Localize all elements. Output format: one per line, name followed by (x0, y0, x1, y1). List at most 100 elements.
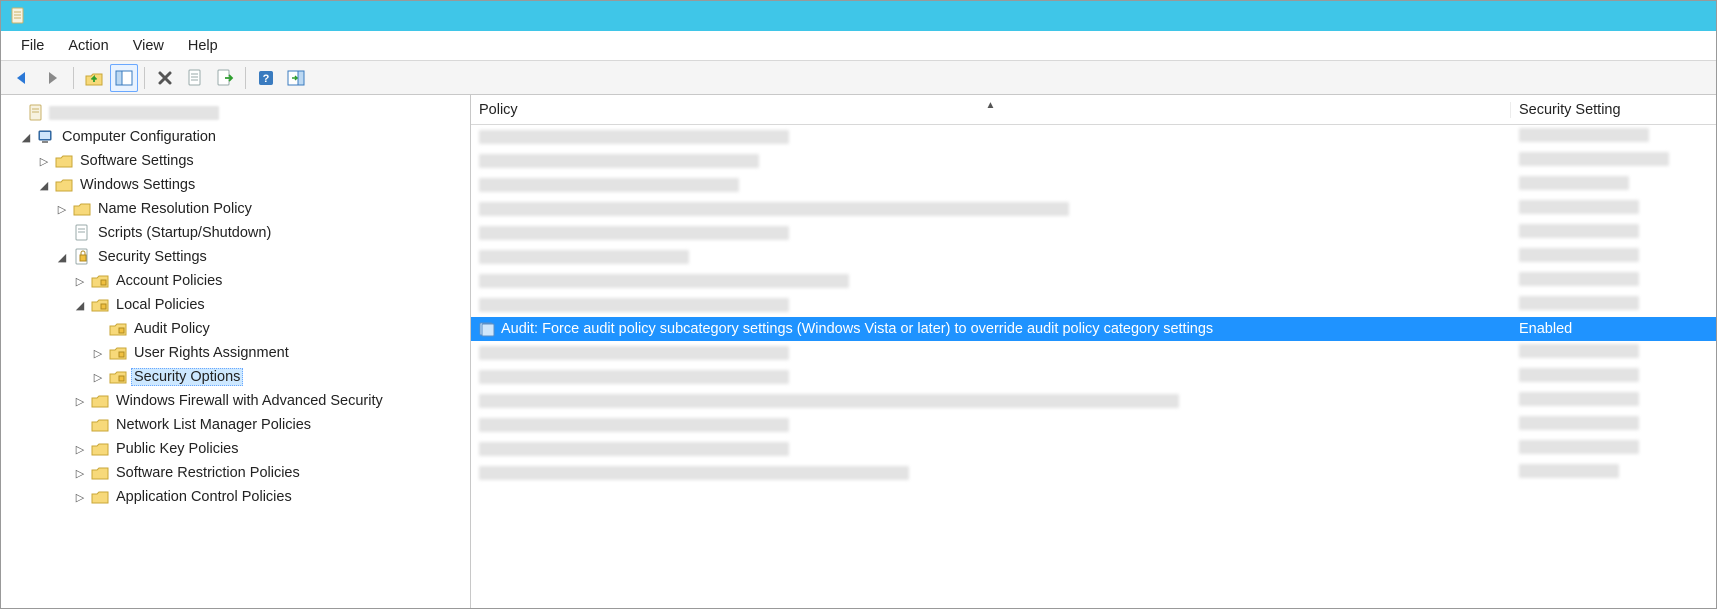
list-row-blurred[interactable] (471, 197, 1716, 221)
blurred-label (49, 106, 219, 120)
blurred-text (479, 250, 689, 264)
blurred-text (1519, 416, 1639, 430)
tree-item-network-list-manager[interactable]: Network List Manager Policies (9, 413, 470, 437)
collapse-icon[interactable]: ◢ (73, 298, 87, 312)
column-label: Security Setting (1519, 102, 1621, 118)
list-row-blurred[interactable] (471, 149, 1716, 173)
policy-item-icon (479, 321, 495, 337)
policy-setting-value: Enabled (1519, 321, 1572, 337)
forward-button[interactable] (39, 64, 67, 92)
list-row-blurred[interactable] (471, 341, 1716, 365)
list-row-blurred[interactable] (471, 437, 1716, 461)
show-hide-action-pane-button[interactable] (282, 64, 310, 92)
delete-icon (157, 70, 173, 86)
tree-item-public-key-policies[interactable]: ▷ Public Key Policies (9, 437, 470, 461)
cell-policy: Audit: Force audit policy subcategory se… (471, 321, 1511, 337)
tree-label: Software Settings (77, 152, 197, 170)
folder-icon (55, 152, 73, 170)
blurred-text (479, 178, 739, 192)
up-one-level-button[interactable] (80, 64, 108, 92)
collapse-icon[interactable]: ◢ (37, 178, 51, 192)
tree-item-account-policies[interactable]: ▷ Account Policies (9, 269, 470, 293)
tree-item-software-settings[interactable]: ▷ Software Settings (9, 149, 470, 173)
tree-item-software-restriction-policies[interactable]: ▷ Software Restriction Policies (9, 461, 470, 485)
show-hide-console-tree-button[interactable] (110, 64, 138, 92)
properties-button[interactable] (181, 64, 209, 92)
expand-icon[interactable]: ▷ (73, 442, 87, 456)
tree-item-application-control-policies[interactable]: ▷ Application Control Policies (9, 485, 470, 509)
list-row-blurred[interactable] (471, 413, 1716, 437)
tree-label: Security Settings (95, 248, 210, 266)
collapse-icon[interactable]: ◢ (19, 130, 33, 144)
computer-icon (37, 128, 55, 146)
blurred-text (479, 274, 849, 288)
tree-label: Scripts (Startup/Shutdown) (95, 224, 274, 242)
blurred-text (479, 226, 789, 240)
column-header-policy[interactable]: ▲ Policy (471, 102, 1511, 118)
up-one-level-icon (84, 69, 104, 87)
list-row-blurred[interactable] (471, 293, 1716, 317)
tree-item-gpo-root[interactable] (9, 101, 470, 125)
list-row-blurred[interactable] (471, 245, 1716, 269)
list-row-blurred[interactable] (471, 221, 1716, 245)
policy-folder-icon (91, 272, 109, 290)
svg-text:?: ? (263, 73, 270, 85)
menu-file[interactable]: File (11, 34, 54, 58)
blurred-text (479, 394, 1179, 408)
menu-view[interactable]: View (123, 34, 174, 58)
blurred-text (479, 130, 789, 144)
tree-label: Windows Settings (77, 176, 198, 194)
gpo-document-icon (9, 7, 27, 25)
tree-item-security-settings[interactable]: ◢ Security Settings (9, 245, 470, 269)
delete-button[interactable] (151, 64, 179, 92)
tree-item-windows-firewall[interactable]: ▷ Windows Firewall with Advanced Securit… (9, 389, 470, 413)
expand-icon[interactable]: ▷ (91, 346, 105, 360)
menu-help[interactable]: Help (178, 34, 228, 58)
show-hide-action-pane-icon (287, 70, 305, 86)
list-row-blurred[interactable] (471, 125, 1716, 149)
list-row-blurred[interactable] (471, 389, 1716, 413)
tree-item-windows-settings[interactable]: ◢ Windows Settings (9, 173, 470, 197)
tree-item-computer-configuration[interactable]: ◢ Computer Configuration (9, 125, 470, 149)
list-row-blurred[interactable] (471, 365, 1716, 389)
tree-item-security-options[interactable]: ▷ Security Options (9, 365, 470, 389)
tree-item-local-policies[interactable]: ◢ Local Policies (9, 293, 470, 317)
expand-icon[interactable]: ▷ (55, 202, 69, 216)
column-header-security-setting[interactable]: Security Setting (1511, 102, 1716, 118)
blurred-text (479, 418, 789, 432)
blurred-text (1519, 200, 1639, 214)
list-header: ▲ Policy Security Setting (471, 95, 1716, 125)
blurred-text (1519, 296, 1639, 310)
export-list-button[interactable] (211, 64, 239, 92)
blurred-text (1519, 152, 1669, 166)
list-row-blurred[interactable] (471, 173, 1716, 197)
tree-item-audit-policy[interactable]: Audit Policy (9, 317, 470, 341)
collapse-icon[interactable]: ◢ (55, 250, 69, 264)
tree-item-name-resolution-policy[interactable]: ▷ Name Resolution Policy (9, 197, 470, 221)
expand-icon[interactable]: ▷ (91, 370, 105, 384)
folder-icon (91, 416, 109, 434)
menu-action[interactable]: Action (58, 34, 118, 58)
titlebar[interactable] (1, 1, 1716, 31)
blurred-text (1519, 272, 1639, 286)
console-tree-pane[interactable]: ◢ Computer Configuration ▷ Software Sett… (1, 95, 471, 608)
expand-icon[interactable]: ▷ (37, 154, 51, 168)
back-button[interactable] (9, 64, 37, 92)
column-label: Policy (479, 102, 518, 118)
twisty-none (91, 322, 105, 336)
toolbar: ? (1, 61, 1716, 95)
toolbar-separator (144, 67, 145, 89)
list-row-blurred[interactable] (471, 269, 1716, 293)
list-body[interactable]: Audit: Force audit policy subcategory se… (471, 125, 1716, 608)
expand-icon[interactable]: ▷ (73, 490, 87, 504)
help-button[interactable]: ? (252, 64, 280, 92)
toolbar-separator (245, 67, 246, 89)
blurred-text (1519, 248, 1639, 262)
list-row-blurred[interactable] (471, 461, 1716, 485)
list-row-audit-force-subcategory[interactable]: Audit: Force audit policy subcategory se… (471, 317, 1716, 341)
expand-icon[interactable]: ▷ (73, 394, 87, 408)
expand-icon[interactable]: ▷ (73, 466, 87, 480)
tree-item-user-rights-assignment[interactable]: ▷ User Rights Assignment (9, 341, 470, 365)
expand-icon[interactable]: ▷ (73, 274, 87, 288)
tree-item-scripts[interactable]: Scripts (Startup/Shutdown) (9, 221, 470, 245)
